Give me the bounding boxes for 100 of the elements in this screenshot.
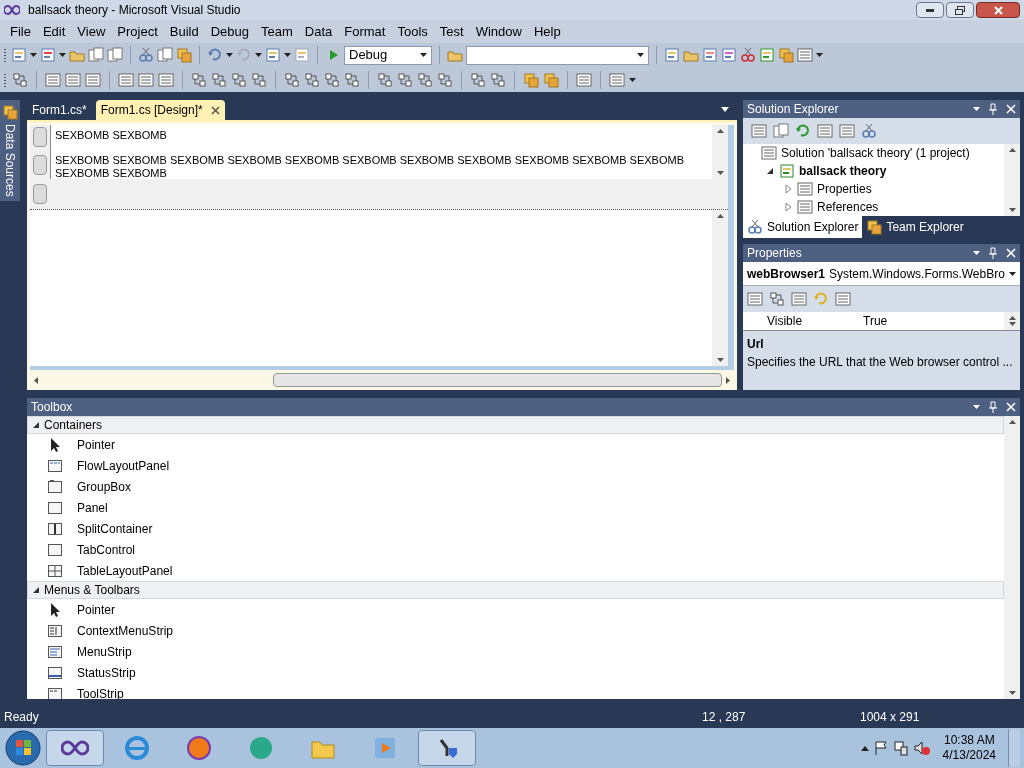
scroll-up-icon[interactable] xyxy=(716,214,724,218)
menu-item[interactable]: Debug xyxy=(204,21,255,42)
menu-item[interactable]: Window xyxy=(469,21,528,42)
list-icon[interactable] xyxy=(576,71,592,88)
caret-icon[interactable] xyxy=(284,53,291,57)
menu-item[interactable]: Tools xyxy=(391,21,434,42)
vertical-scrollbar[interactable] xyxy=(1004,416,1020,699)
restore-button[interactable] xyxy=(946,2,974,18)
toolbox-item[interactable]: TabControl xyxy=(27,539,1004,560)
tree-item[interactable]: Properties xyxy=(817,180,872,198)
tree-item[interactable]: Solution 'ballsack theory' (1 project) xyxy=(781,144,970,162)
document-tab[interactable]: Form1.cs [Design]* xyxy=(95,100,225,120)
close-button[interactable] xyxy=(976,2,1020,18)
toolbox-item[interactable]: Pointer xyxy=(27,599,1004,620)
tree-item[interactable]: ballsack theory xyxy=(799,162,887,180)
menu-item[interactable]: Data xyxy=(298,21,339,42)
object-selector[interactable]: webBrowser1 System.Windows.Forms.WebBro xyxy=(743,262,1020,286)
toolbox-group-header[interactable]: Menus & Toolbars xyxy=(27,581,1004,599)
toolbox-item[interactable]: Pointer xyxy=(27,434,1004,455)
caret-icon[interactable] xyxy=(629,77,636,82)
vertical-scrollbar[interactable] xyxy=(1004,312,1020,330)
vertical-scrollbar[interactable] xyxy=(712,125,728,179)
scroll-down-icon[interactable] xyxy=(716,358,724,362)
caret-icon[interactable] xyxy=(721,107,729,112)
caret-icon[interactable] xyxy=(1009,271,1016,276)
new-project-icon[interactable] xyxy=(11,47,27,63)
scroll-thumb[interactable] xyxy=(273,373,722,387)
menu-item[interactable]: Team xyxy=(255,21,299,42)
close-icon[interactable] xyxy=(210,105,220,115)
caret-icon[interactable] xyxy=(226,53,233,57)
vertical-scrollbar[interactable] xyxy=(712,210,728,366)
caret-icon[interactable] xyxy=(973,405,980,409)
flag-icon[interactable] xyxy=(872,740,889,756)
form-button[interactable] xyxy=(33,127,47,147)
scroll-left-icon[interactable] xyxy=(34,376,38,384)
project-icon[interactable] xyxy=(779,163,795,179)
taskbar-app[interactable] xyxy=(418,730,476,766)
scroll-up-icon[interactable] xyxy=(1008,316,1016,320)
menu-item[interactable]: File xyxy=(4,21,37,42)
start-button[interactable] xyxy=(4,729,42,767)
panel-tab[interactable]: Solution Explorer xyxy=(743,216,863,238)
refresh-icon[interactable] xyxy=(795,123,811,139)
caret-icon[interactable] xyxy=(30,53,37,57)
toolbox-item[interactable]: TableLayoutPanel xyxy=(27,560,1004,581)
form-button[interactable] xyxy=(33,155,47,175)
show-hidden-icons-icon[interactable] xyxy=(860,745,869,751)
menu-item[interactable]: Build xyxy=(163,21,205,42)
minimize-button[interactable] xyxy=(916,2,944,18)
caret-icon[interactable] xyxy=(973,251,980,255)
document-tab[interactable]: Form1.cs* xyxy=(27,100,92,120)
search-combo-field[interactable] xyxy=(466,45,649,65)
pin-icon[interactable] xyxy=(988,103,998,115)
property-name[interactable]: Visible xyxy=(743,312,863,330)
caret-icon[interactable] xyxy=(637,53,644,57)
property-value[interactable]: True xyxy=(863,312,1004,330)
menu-item[interactable]: Project xyxy=(111,21,164,42)
pin-icon[interactable] xyxy=(988,401,998,413)
show-files-icon[interactable] xyxy=(773,123,789,139)
collapsed-arrow-icon[interactable] xyxy=(783,202,793,212)
toolbox-group-header[interactable]: Containers xyxy=(27,416,1004,434)
caret-icon[interactable] xyxy=(59,53,66,57)
scroll-down-icon[interactable] xyxy=(1008,208,1016,212)
expanded-arrow-icon[interactable] xyxy=(765,166,775,176)
caret-icon[interactable] xyxy=(420,53,427,57)
caret-icon[interactable] xyxy=(973,107,980,111)
vertical-scrollbar[interactable] xyxy=(1004,144,1020,216)
scroll-up-icon[interactable] xyxy=(1008,420,1016,424)
toolbox-item[interactable]: StatusStrip xyxy=(27,662,1004,683)
scroll-down-icon[interactable] xyxy=(1008,691,1016,695)
panel-tab[interactable]: Team Explorer xyxy=(862,216,968,238)
menu-item[interactable]: View xyxy=(71,21,112,42)
copy-icon[interactable] xyxy=(157,47,173,63)
add-item-icon[interactable] xyxy=(40,47,56,63)
tree-item[interactable]: References xyxy=(817,198,879,216)
scroll-up-icon[interactable] xyxy=(716,129,724,133)
menu-item[interactable]: Test xyxy=(433,21,470,42)
menu-item[interactable]: Help xyxy=(527,21,567,42)
toolbox-item[interactable]: ContextMenuStrip xyxy=(27,620,1004,641)
toolbox-item[interactable]: GroupBox xyxy=(27,476,1004,497)
menu-item[interactable]: Edit xyxy=(36,21,72,42)
network-icon[interactable] xyxy=(892,740,909,756)
caret-icon[interactable] xyxy=(816,53,823,57)
toolbox-item[interactable]: Panel xyxy=(27,497,1004,518)
data-sources-tab[interactable]: Data Sources xyxy=(0,100,20,201)
scroll-right-icon[interactable] xyxy=(726,376,730,384)
collapsed-arrow-icon[interactable] xyxy=(783,184,793,194)
pin-icon[interactable] xyxy=(988,247,998,259)
scroll-down-icon[interactable] xyxy=(1008,322,1016,326)
taskbar-app[interactable] xyxy=(46,730,104,766)
scissors-icon[interactable] xyxy=(138,47,154,63)
configuration-dropdown[interactable]: Debug xyxy=(344,45,432,65)
form-button[interactable] xyxy=(33,184,47,204)
scroll-up-icon[interactable] xyxy=(1008,148,1016,152)
clock[interactable]: 10:38 AM 4/13/2024 xyxy=(934,733,1004,763)
toolbox-item[interactable]: FlowLayoutPanel xyxy=(27,455,1004,476)
speaker-muted-icon[interactable] xyxy=(912,740,931,756)
toolbox-item[interactable]: SplitContainer xyxy=(27,518,1004,539)
menu-item[interactable]: Format xyxy=(338,21,392,42)
scroll-down-icon[interactable] xyxy=(716,171,724,175)
caret-icon[interactable] xyxy=(255,53,262,57)
